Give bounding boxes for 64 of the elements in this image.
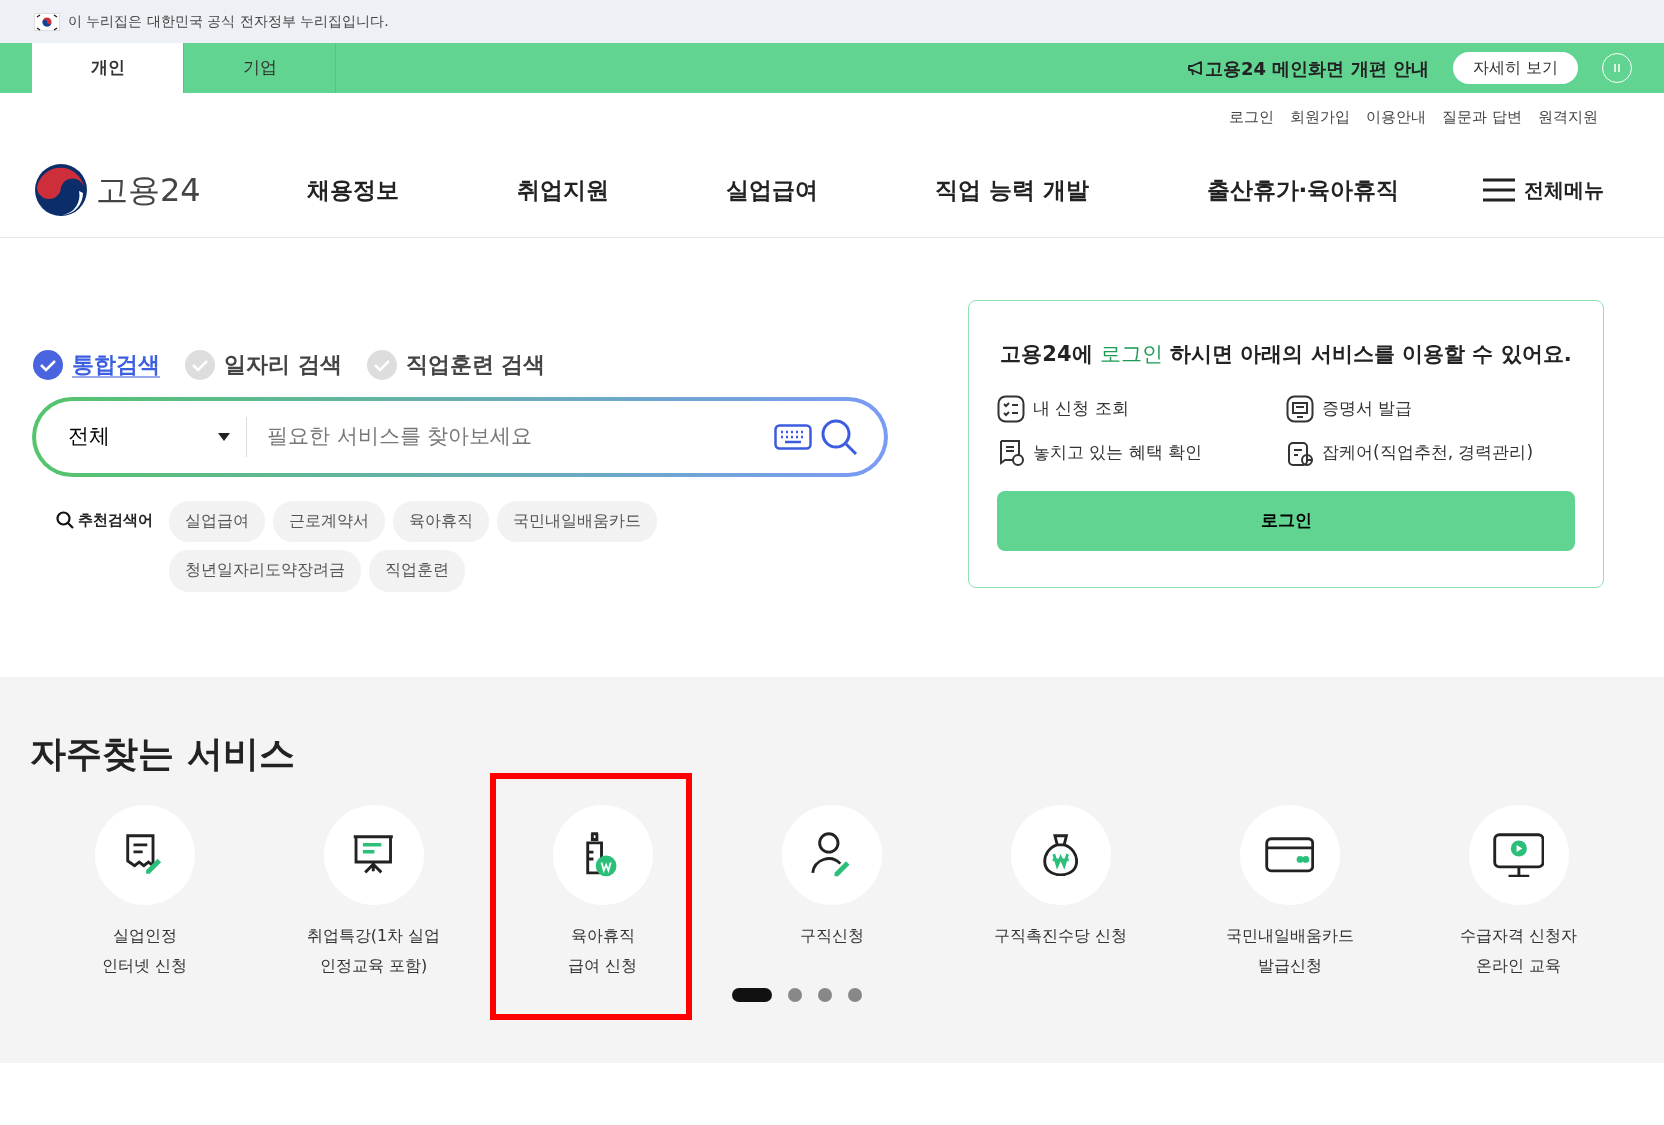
nav-link[interactable]: 직업 능력 개발 <box>935 172 1090 208</box>
service-link[interactable]: 구직촉진수당 신청 <box>993 921 1128 951</box>
keyword-chip[interactable]: 국민내일배움카드 <box>497 501 657 543</box>
keyword-chip[interactable]: 직업훈련 <box>369 550 465 592</box>
login-button[interactable]: 로그인 <box>997 490 1575 551</box>
util-link[interactable]: 로그인 <box>1229 107 1275 129</box>
section-title: 자주찾는 서비스 <box>30 732 296 776</box>
pause-icon <box>1612 63 1622 73</box>
person-pencil-icon <box>811 832 852 878</box>
receipt-icon <box>997 438 1025 467</box>
detail-button[interactable]: 자세히 보기 <box>1452 52 1578 84</box>
search-field[interactable]: 전체 필요한 서비스를 찾아보세요 <box>32 397 888 477</box>
pager-dot[interactable] <box>848 988 862 1003</box>
keyword-chip[interactable]: 실업급여 <box>169 501 265 543</box>
nav-link[interactable]: 출산휴가·육아휴직 <box>1206 172 1400 208</box>
search-tab[interactable]: 일자리 검색 <box>224 348 342 381</box>
recommended-label: 추천검색어 <box>78 510 153 531</box>
search-tab[interactable]: 직업훈련 검색 <box>405 348 546 381</box>
keyword-chip[interactable]: 근로계약서 <box>273 501 385 543</box>
menu-icon <box>1482 178 1516 202</box>
top-tab[interactable]: 기업 <box>184 43 336 93</box>
util-link[interactable]: 이용안내 <box>1366 107 1427 129</box>
flag-icon <box>34 12 60 31</box>
nav-link[interactable]: 채용정보 <box>307 172 400 208</box>
search-icon <box>820 418 858 456</box>
service-link[interactable]: 수급자격 신청자 온라인 교육 <box>1459 921 1578 981</box>
service-link[interactable]: 취업특강(1차 실업 인정교육 포함) <box>306 921 441 981</box>
search-icon <box>56 511 74 530</box>
document-icon <box>1286 394 1314 423</box>
logo-icon <box>34 163 88 217</box>
service-link[interactable]: 구직신청 <box>799 921 864 951</box>
top-tab[interactable]: 개인 <box>32 43 184 93</box>
money-bag-icon <box>1042 833 1079 877</box>
feature-text: 내 신청 조회 <box>1033 396 1129 420</box>
logo-text[interactable]: 고용24 <box>96 166 201 214</box>
feature-text: 증명서 발급 <box>1322 396 1413 420</box>
card-icon <box>1264 837 1315 873</box>
checklist-icon <box>997 394 1025 423</box>
caret-icon <box>218 433 230 441</box>
util-link[interactable]: 원격지원 <box>1538 107 1598 129</box>
pager-dot[interactable] <box>788 988 802 1003</box>
feature-text: 잡케어(직업추천, 경력관리) <box>1322 440 1534 464</box>
baby-bottle-icon <box>586 832 619 878</box>
notice-text: 고용24 메인화면 개편 안내 <box>1205 56 1429 81</box>
util-link[interactable]: 질문과 답변 <box>1442 107 1522 129</box>
login-message: 고용24에 로그인 하시면 아래의 서비스를 이용할 수 있어요. <box>999 341 1573 368</box>
feature-text: 놓치고 있는 혜택 확인 <box>1033 440 1203 464</box>
gov-banner-text: 이 누리집은 대한민국 공식 전자정부 누리집입니다. <box>68 12 389 31</box>
keyword-chip[interactable]: 육아휴직 <box>393 501 489 543</box>
keyboard-icon <box>774 424 812 450</box>
search-tab[interactable]: 통합검색 <box>72 348 160 381</box>
nav-link[interactable]: 실업급여 <box>725 172 818 208</box>
all-menu-link[interactable]: 전체메뉴 <box>1482 175 1604 205</box>
service-link[interactable]: 육아휴직 급여 신청 <box>567 921 638 981</box>
pager-dot[interactable] <box>818 988 832 1003</box>
search-button[interactable] <box>820 418 858 456</box>
nav-link[interactable]: 취업지원 <box>516 172 609 208</box>
service-link[interactable]: 국민내일배움카드 발급신청 <box>1225 921 1354 981</box>
service-link[interactable]: 실업인정 인터넷 신청 <box>101 921 188 981</box>
document-pencil-icon <box>126 834 163 876</box>
util-link[interactable]: 회원가입 <box>1290 107 1351 129</box>
presentation-board-icon <box>352 835 395 875</box>
monitor-play-icon <box>1492 832 1545 878</box>
keyword-chip[interactable]: 청년일자리도약장려금 <box>169 550 361 592</box>
